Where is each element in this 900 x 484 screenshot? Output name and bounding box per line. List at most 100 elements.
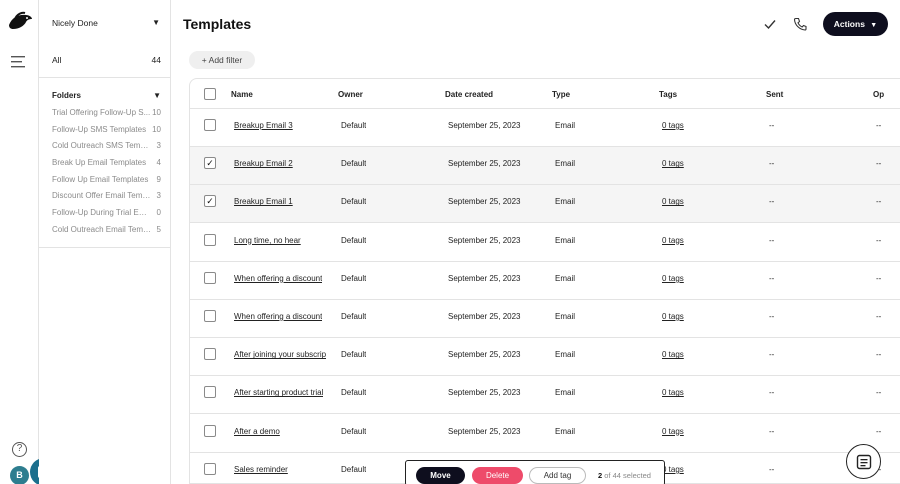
folder-name: Trial Offering Follow-Up S...	[52, 108, 151, 117]
add-filter-button[interactable]: + Add filter	[189, 51, 255, 69]
selected-suffix: of 44 selected	[604, 471, 651, 480]
template-icon	[856, 454, 872, 470]
actions-button[interactable]: Actions ▼	[823, 12, 888, 36]
folder-count: 3	[156, 141, 161, 151]
row-checkbox[interactable]	[204, 271, 216, 284]
divider	[39, 77, 171, 78]
template-name-link[interactable]: After joining your subscription	[234, 350, 326, 359]
tags-link[interactable]: 0 tags	[662, 312, 684, 321]
date-created-cell: September 25, 2023	[448, 350, 521, 360]
column-header-op[interactable]: Op	[873, 90, 884, 99]
table-row[interactable]: After a demo Default September 25, 2023 Ema…	[190, 415, 900, 453]
row-checkbox[interactable]	[204, 233, 216, 246]
table-header: Name Owner Date created Type Tags Sent O…	[190, 79, 900, 109]
tags-link[interactable]: 0 tags	[662, 388, 684, 397]
workspace-switcher[interactable]: Nicely Done ▼	[52, 18, 160, 28]
sidebar-folder-item[interactable]: Break Up Email Templates 4	[52, 158, 161, 175]
row-checkbox[interactable]: ✓	[204, 195, 216, 208]
template-name-link[interactable]: Breakup Email 1	[234, 197, 293, 206]
select-all-checkbox[interactable]	[204, 88, 216, 100]
template-name-link[interactable]: Long time, no hear	[234, 236, 301, 245]
tags-link[interactable]: 0 tags	[662, 121, 684, 130]
column-header-sent[interactable]: Sent	[766, 90, 783, 99]
template-name-link[interactable]: After starting product trial	[234, 388, 323, 397]
tags-link[interactable]: 0 tags	[662, 350, 684, 359]
question-icon[interactable]: ?	[12, 442, 27, 457]
sidebar-folder-item[interactable]: Discount Offer Email Temp... 3	[52, 191, 161, 208]
owner-cell: Default	[341, 388, 367, 398]
avatar[interactable]: B	[10, 466, 29, 484]
tags-link[interactable]: 0 tags	[662, 159, 684, 168]
menu-lines-icon[interactable]	[11, 56, 27, 68]
row-checkbox[interactable]: ✓	[204, 157, 216, 170]
table-row[interactable]: Breakup Email 3 Default September 25, 2023…	[190, 109, 900, 147]
owner-cell: Default	[341, 312, 367, 321]
folder-name: Discount Offer Email Temp...	[52, 191, 152, 201]
tags-link[interactable]: 0 tags	[662, 465, 684, 474]
template-name-link[interactable]: After a demo	[234, 427, 280, 436]
template-name-link[interactable]: Sales reminder	[234, 465, 288, 474]
sidebar-folder-item[interactable]: Follow Up Email Templates 9	[52, 175, 161, 192]
type-cell: Email	[555, 235, 576, 245]
sidebar-folder-item[interactable]: Follow-Up SMS Templates 10	[52, 125, 161, 142]
sidebar-item-label: All	[52, 55, 62, 65]
selected-number: 2	[598, 471, 603, 480]
table-row[interactable]: After starting product trial Default Septe…	[190, 376, 900, 415]
folder-count: 10	[152, 108, 161, 117]
row-checkbox[interactable]	[204, 462, 216, 475]
sent-cell: --	[769, 121, 775, 130]
template-name-link[interactable]: Breakup Email 3	[234, 121, 293, 130]
bird-logo-icon[interactable]	[7, 11, 33, 33]
move-button[interactable]: Move	[416, 467, 465, 484]
left-rail: ? B	[0, 0, 39, 484]
sent-cell: --	[769, 273, 775, 283]
table-row[interactable]: When offering a discount Default September…	[190, 300, 900, 338]
table-row[interactable]: When offering a discount Default September…	[190, 262, 900, 300]
owner-cell: Default	[341, 235, 367, 245]
folder-name: Break Up Email Templates	[52, 158, 147, 168]
table-row[interactable]: ✓ Breakup Email 1 Default September 25, 202…	[190, 185, 900, 224]
template-name-link[interactable]: When offering a discount	[234, 312, 322, 321]
tags-link[interactable]: 0 tags	[662, 274, 684, 283]
owner-cell: Default	[341, 121, 367, 130]
folders-header[interactable]: Folders ▼	[52, 91, 161, 100]
table-row[interactable]: ✓ Breakup Email 2 Default September 25, 202…	[190, 147, 900, 186]
tags-link[interactable]: 0 tags	[662, 197, 684, 206]
add-tag-button[interactable]: Add tag	[529, 467, 586, 484]
op-cell: --	[876, 121, 882, 130]
check-icon[interactable]	[763, 17, 777, 31]
sidebar-folder-item[interactable]: Trial Offering Follow-Up S... 10	[52, 108, 161, 125]
sidebar-folder-item[interactable]: Follow-Up During Trial Em... 0	[52, 208, 161, 225]
sidebar-item-all[interactable]: All 44	[52, 55, 161, 65]
column-header-date[interactable]: Date created	[445, 90, 493, 99]
type-cell: Email	[555, 388, 576, 398]
template-name-link[interactable]: Breakup Email 2	[234, 159, 293, 168]
table-row[interactable]: Long time, no hear Default September 25, 2…	[190, 224, 900, 262]
row-checkbox[interactable]	[204, 348, 216, 361]
table-row[interactable]: After joining your subscription Default Se…	[190, 338, 900, 377]
column-header-owner[interactable]: Owner	[338, 90, 363, 99]
row-checkbox[interactable]	[204, 119, 216, 131]
row-checkbox[interactable]	[204, 386, 216, 399]
column-header-type[interactable]: Type	[552, 90, 570, 99]
op-cell: --	[876, 273, 882, 283]
date-created-cell: September 25, 2023	[448, 197, 521, 207]
row-checkbox[interactable]	[204, 424, 216, 437]
type-cell: Email	[555, 350, 576, 360]
tags-link[interactable]: 0 tags	[662, 427, 684, 436]
date-created-cell: September 25, 2023	[448, 273, 521, 283]
phone-icon[interactable]	[793, 17, 807, 31]
column-header-tags[interactable]: Tags	[659, 90, 677, 99]
delete-button[interactable]: Delete	[472, 467, 523, 484]
row-checkbox[interactable]	[204, 310, 216, 322]
tags-link[interactable]: 0 tags	[662, 236, 684, 245]
template-name-link[interactable]: When offering a discount	[234, 274, 322, 283]
folder-count: 4	[156, 158, 161, 168]
owner-cell: Default	[341, 464, 367, 474]
sidebar-item-count: 44	[151, 55, 161, 65]
column-header-name[interactable]: Name	[231, 90, 253, 99]
sidebar-folder-item[interactable]: Cold Outreach SMS Templ... 3	[52, 141, 161, 158]
template-fab-button[interactable]	[846, 444, 881, 479]
sidebar-folder-item[interactable]: Cold Outreach Email Templ... 5	[52, 225, 161, 242]
type-cell: Email	[555, 159, 576, 169]
